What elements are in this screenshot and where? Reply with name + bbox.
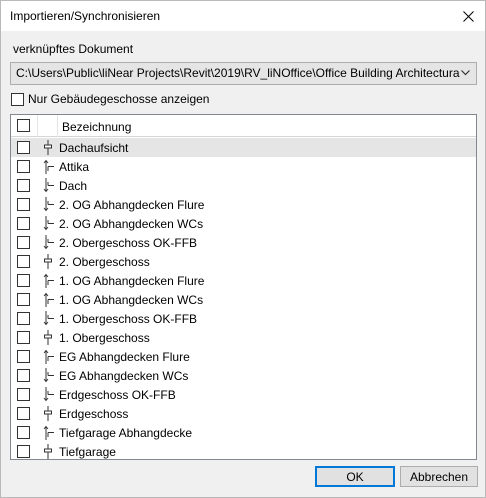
table-row[interactable]: Dach [11, 176, 476, 195]
table-row[interactable]: 2. OG Abhangdecken Flure [11, 195, 476, 214]
table-row[interactable]: 2. Obergeschoss OK-FFB [11, 233, 476, 252]
linked-document-value: C:\Users\Public\liNear Projects\Revit\20… [16, 66, 460, 80]
table-row[interactable]: EG Abhangdecken WCs [11, 366, 476, 385]
table-row[interactable]: 1. Obergeschoss [11, 328, 476, 347]
table-row[interactable]: Tiefgarage Abhangdecke [11, 423, 476, 442]
close-button[interactable] [451, 1, 485, 31]
level-below-icon [43, 311, 54, 326]
linked-document-label: verknüpftes Dokument [13, 42, 134, 56]
table-row[interactable]: 2. OG Abhangdecken WCs [11, 214, 476, 233]
cancel-button[interactable]: Abbrechen [400, 466, 478, 487]
row-name: 1. OG Abhangdecken WCs [59, 293, 204, 307]
row-name: EG Abhangdecken Flure [59, 350, 190, 364]
title-bar: Importieren/Synchronisieren [1, 1, 485, 31]
linked-document-select[interactable]: C:\Users\Public\liNear Projects\Revit\20… [10, 62, 477, 85]
row-checkbox[interactable] [17, 350, 30, 363]
level-floor-icon [44, 254, 52, 269]
only-floors-option[interactable]: Nur Gebäudegeschosse anzeigen [11, 91, 209, 107]
table-row[interactable]: 1. OG Abhangdecken Flure [11, 271, 476, 290]
level-below-icon [43, 368, 54, 383]
row-checkbox[interactable] [17, 369, 30, 382]
row-name: 1. Obergeschoss OK-FFB [59, 312, 198, 326]
level-floor-icon [44, 406, 52, 421]
grid-header: Bezeichnung [11, 115, 476, 137]
row-name: EG Abhangdecken WCs [59, 369, 189, 383]
table-row[interactable]: Dachaufsicht [11, 138, 476, 157]
level-above-icon [43, 425, 54, 440]
grid-rows: Dachaufsicht Attika Dach 2. OG Abhangdecken… [11, 138, 476, 459]
row-name: 2. Obergeschoss [59, 255, 150, 269]
table-row[interactable]: Tiefgarage [11, 442, 476, 459]
level-above-icon [43, 349, 54, 364]
levels-grid: Bezeichnung Dachaufsicht Attika Dach 2. OG … [10, 114, 477, 460]
row-name: Erdgeschoss [59, 407, 129, 421]
ok-button[interactable]: OK [315, 466, 395, 487]
row-name: 1. Obergeschoss [59, 331, 150, 345]
level-floor-icon [44, 140, 52, 155]
row-name: 2. OG Abhangdecken Flure [59, 198, 205, 212]
row-checkbox[interactable] [17, 198, 30, 211]
level-floor-icon [44, 444, 52, 459]
row-name: Dach [59, 179, 88, 193]
row-name: Dachaufsicht [59, 141, 129, 155]
only-floors-label: Nur Gebäudegeschosse anzeigen [28, 92, 210, 106]
row-name: Erdgeschoss OK-FFB [59, 388, 176, 402]
row-checkbox[interactable] [17, 407, 30, 420]
level-above-icon [43, 292, 54, 307]
row-name: 2. OG Abhangdecken WCs [59, 217, 204, 231]
row-checkbox[interactable] [17, 388, 30, 401]
table-row[interactable]: 1. Obergeschoss OK-FFB [11, 309, 476, 328]
level-floor-icon [44, 330, 52, 345]
only-floors-checkbox[interactable] [11, 92, 24, 106]
header-divider [57, 115, 58, 137]
column-header-name[interactable]: Bezeichnung [62, 120, 131, 134]
level-below-icon [43, 216, 54, 231]
window-title: Importieren/Synchronisieren [10, 9, 161, 23]
row-name: Tiefgarage Abhangdecke [59, 426, 192, 440]
table-row[interactable]: Erdgeschoss [11, 404, 476, 423]
level-below-icon [43, 235, 54, 250]
select-all-checkbox[interactable] [17, 119, 30, 132]
header-divider [37, 115, 38, 137]
row-checkbox[interactable] [17, 160, 30, 173]
level-above-icon [43, 273, 54, 288]
table-row[interactable]: EG Abhangdecken Flure [11, 347, 476, 366]
row-checkbox[interactable] [17, 331, 30, 344]
level-below-icon [43, 387, 54, 402]
row-name: 1. OG Abhangdecken Flure [59, 274, 205, 288]
level-above-icon [43, 159, 54, 174]
row-checkbox[interactable] [17, 255, 30, 268]
table-row[interactable]: Attika [11, 157, 476, 176]
row-name: Attika [59, 160, 90, 174]
row-name: Tiefgarage [59, 445, 116, 459]
row-checkbox[interactable] [17, 274, 30, 287]
row-checkbox[interactable] [17, 312, 30, 325]
row-checkbox[interactable] [17, 236, 30, 249]
level-below-icon [43, 178, 54, 193]
close-icon [462, 10, 474, 22]
table-row[interactable]: 2. Obergeschoss [11, 252, 476, 271]
row-checkbox[interactable] [17, 426, 30, 439]
chevron-down-icon [461, 70, 470, 76]
import-sync-dialog: Importieren/Synchronisieren verknüpftes … [0, 0, 486, 498]
table-row[interactable]: Erdgeschoss OK-FFB [11, 385, 476, 404]
row-checkbox[interactable] [17, 445, 30, 458]
table-row[interactable]: 1. OG Abhangdecken WCs [11, 290, 476, 309]
row-checkbox[interactable] [17, 217, 30, 230]
row-checkbox[interactable] [17, 141, 30, 154]
row-checkbox[interactable] [17, 293, 30, 306]
row-name: 2. Obergeschoss OK-FFB [59, 236, 198, 250]
level-below-icon [43, 197, 54, 212]
row-checkbox[interactable] [17, 179, 30, 192]
